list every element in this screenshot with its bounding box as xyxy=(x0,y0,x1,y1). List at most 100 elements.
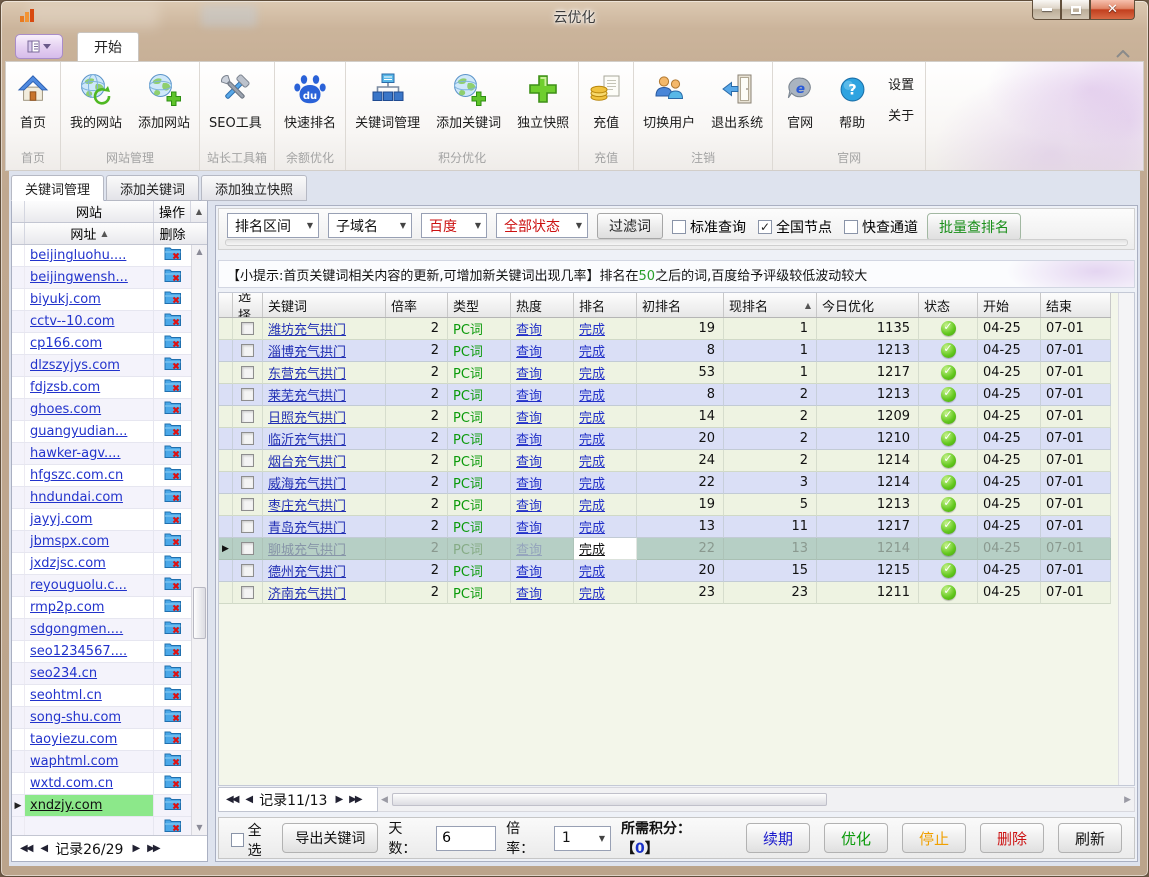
ribbon-item-6-1[interactable]: 退出系统 xyxy=(703,64,771,148)
delete-site-button[interactable] xyxy=(154,333,191,354)
pager-prev-button[interactable]: ◀ xyxy=(245,794,251,805)
action-button-1[interactable]: 优化 xyxy=(824,823,888,853)
select-all-checkbox[interactable]: 全选 xyxy=(231,820,272,860)
site-link[interactable]: guangyudian... xyxy=(30,424,127,439)
delete-site-button[interactable] xyxy=(154,289,191,310)
filter-checkbox-1[interactable]: ✓全国节点 xyxy=(758,217,832,237)
keyword-link[interactable]: 临沂充气拱门 xyxy=(268,429,346,448)
grid-header-10[interactable]: 开始 xyxy=(978,293,1041,317)
rank-status-link[interactable]: 完成 xyxy=(579,319,605,338)
delete-site-button[interactable] xyxy=(154,795,191,816)
grid-vertical-scrollbar[interactable] xyxy=(1118,293,1134,785)
delete-site-button[interactable] xyxy=(154,729,191,750)
keyword-link[interactable]: 烟台充气拱门 xyxy=(268,451,346,470)
app-menu-button[interactable] xyxy=(15,34,63,59)
heat-query-link[interactable]: 查询 xyxy=(516,451,542,470)
delete-site-button[interactable] xyxy=(154,597,191,618)
delete-site-button[interactable] xyxy=(154,553,191,574)
batch-query-rank-button[interactable]: 批量查排名 xyxy=(927,213,1021,241)
rank-status-link[interactable]: 完成 xyxy=(579,539,605,558)
delete-site-button[interactable] xyxy=(154,355,191,376)
pager-last-button[interactable]: ▶▶ xyxy=(147,843,158,854)
site-link[interactable]: cctv--10.com xyxy=(30,314,115,329)
delete-site-button[interactable] xyxy=(154,663,191,684)
action-button-0[interactable]: 续期 xyxy=(746,823,810,853)
rank-status-link[interactable]: 完成 xyxy=(579,429,605,448)
keyword-link[interactable]: 威海充气拱门 xyxy=(268,473,346,492)
delete-site-button[interactable] xyxy=(154,531,191,552)
keyword-link[interactable]: 莱芜充气拱门 xyxy=(268,385,346,404)
site-link[interactable]: ghoes.com xyxy=(30,402,101,417)
filter-select-2[interactable]: 百度▼ xyxy=(421,213,487,238)
heat-query-link[interactable]: 查询 xyxy=(516,473,542,492)
keyword-link[interactable]: 枣庄充气拱门 xyxy=(268,495,346,514)
grid-header-0[interactable]: 选择 xyxy=(233,293,263,317)
checkbox-icon[interactable] xyxy=(241,322,254,335)
rank-status-link[interactable]: 完成 xyxy=(579,341,605,360)
filter-checkbox-2[interactable]: 快查通道 xyxy=(844,217,918,237)
scroll-down-arrow[interactable]: ▼ xyxy=(192,821,207,835)
sidebar-header-url[interactable]: 网址▲ xyxy=(25,223,154,244)
site-link[interactable]: hfgszc.com.cn xyxy=(30,468,123,483)
heat-query-link[interactable]: 查询 xyxy=(516,385,542,404)
rate-select[interactable]: 1▼ xyxy=(554,826,611,851)
checkbox-icon[interactable] xyxy=(241,432,254,445)
site-link[interactable]: seo234.cn xyxy=(30,666,97,681)
delete-site-button[interactable] xyxy=(154,267,191,288)
pager-next-button[interactable]: ▶ xyxy=(335,794,341,805)
ribbon-extra-item-1[interactable]: 关于 xyxy=(888,105,914,124)
keyword-link[interactable]: 聊城充气拱门 xyxy=(268,539,346,558)
heat-query-link[interactable]: 查询 xyxy=(516,583,542,602)
ribbon-item-6-0[interactable]: 切换用户 xyxy=(635,64,703,148)
site-link[interactable]: waphtml.com xyxy=(30,754,118,769)
site-link[interactable]: hawker-agv.... xyxy=(30,446,121,461)
site-link[interactable]: song-shu.com xyxy=(30,710,121,725)
ribbon-item-1-1[interactable]: 添加网站 xyxy=(130,64,198,148)
sidebar-header-action[interactable]: 操作 xyxy=(154,201,191,222)
close-button[interactable]: ✕ xyxy=(1090,0,1135,20)
delete-site-button[interactable] xyxy=(154,311,191,332)
delete-site-button[interactable] xyxy=(154,707,191,728)
ribbon-item-1-0[interactable]: 我的网站 xyxy=(62,64,130,148)
ribbon-item-7-0[interactable]: e官网 xyxy=(774,64,826,148)
heat-query-link[interactable]: 查询 xyxy=(516,341,542,360)
pager-last-button[interactable]: ▶▶ xyxy=(349,794,360,805)
delete-site-button[interactable] xyxy=(154,619,191,640)
delete-site-button[interactable] xyxy=(154,465,191,486)
delete-site-button[interactable] xyxy=(154,773,191,794)
delete-site-button[interactable] xyxy=(154,817,191,835)
heat-query-link[interactable]: 查询 xyxy=(516,495,542,514)
keyword-link[interactable]: 东营充气拱门 xyxy=(268,363,346,382)
keyword-link[interactable]: 潍坊充气拱门 xyxy=(268,319,346,338)
ribbon-item-3-0[interactable]: du快速排名 xyxy=(276,64,344,148)
filter-select-0[interactable]: 排名区间▼ xyxy=(227,213,319,238)
ribbon-item-2-0[interactable]: SEO工具 xyxy=(201,64,270,148)
heat-query-link[interactable]: 查询 xyxy=(516,319,542,338)
doc-tab-1[interactable]: 添加关键词 xyxy=(106,175,199,201)
delete-site-button[interactable] xyxy=(154,421,191,442)
action-button-2[interactable]: 停止 xyxy=(902,823,966,853)
heat-query-link[interactable]: 查询 xyxy=(516,517,542,536)
grid-header-2[interactable]: 倍率 xyxy=(386,293,448,317)
heat-query-link[interactable]: 查询 xyxy=(516,561,542,580)
site-link[interactable]: seohtml.cn xyxy=(30,688,102,703)
doc-tab-0[interactable]: 关键词管理 xyxy=(11,175,104,201)
action-button-3[interactable]: 删除 xyxy=(980,823,1044,853)
site-link[interactable]: jxdzjsc.com xyxy=(30,556,106,571)
collapse-ribbon-chevron[interactable] xyxy=(1116,43,1130,62)
site-link[interactable]: taoyiezu.com xyxy=(30,732,117,747)
rank-status-link[interactable]: 完成 xyxy=(579,583,605,602)
grid-header-1[interactable]: 关键词 xyxy=(263,293,386,317)
rank-status-link[interactable]: 完成 xyxy=(579,495,605,514)
ribbon-item-7-1[interactable]: ?帮助 xyxy=(826,64,878,148)
checkbox-icon[interactable] xyxy=(241,542,254,555)
ribbon-tab-start[interactable]: 开始 xyxy=(77,32,139,61)
days-input[interactable] xyxy=(436,826,496,851)
keyword-link[interactable]: 济南充气拱门 xyxy=(268,583,346,602)
site-link[interactable]: biyukj.com xyxy=(30,292,101,307)
heat-query-link[interactable]: 查询 xyxy=(516,363,542,382)
site-link[interactable]: seo1234567.... xyxy=(30,644,127,659)
action-button-4[interactable]: 刷新 xyxy=(1058,823,1122,853)
site-link[interactable]: sdgongmen.... xyxy=(30,622,123,637)
checkbox-icon[interactable] xyxy=(241,476,254,489)
